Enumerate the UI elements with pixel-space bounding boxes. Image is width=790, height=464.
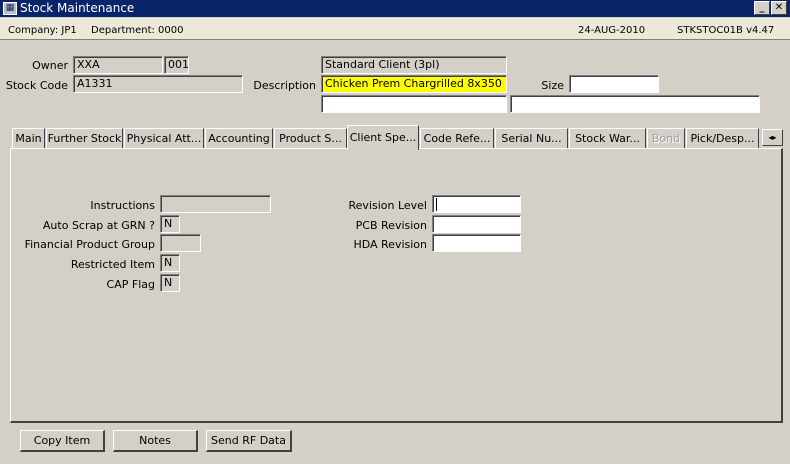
- owner-label: Owner: [32, 59, 68, 72]
- tab-code-references[interactable]: Code Refe...: [420, 128, 494, 149]
- instructions-label: Instructions: [90, 199, 155, 212]
- window-title: Stock Maintenance: [20, 1, 135, 15]
- tab-serial-numbers[interactable]: Serial Nu...: [495, 128, 568, 149]
- minimize-button[interactable]: _: [754, 1, 770, 15]
- owner-code-field[interactable]: 001: [164, 56, 189, 74]
- instructions-field[interactable]: [160, 195, 271, 213]
- tab-stock-warehouse[interactable]: Stock War...: [569, 128, 646, 149]
- pcb-revision-field[interactable]: [432, 215, 521, 233]
- hda-revision-label: HDA Revision: [353, 238, 427, 251]
- tab-bond: Bond: [647, 128, 685, 149]
- hda-revision-field[interactable]: [432, 234, 521, 252]
- tab-pick-despatch[interactable]: Pick/Desp...: [686, 128, 759, 149]
- client-name-field: Standard Client (3pl): [321, 56, 507, 74]
- tab-product-s[interactable]: Product S...: [274, 128, 347, 149]
- send-rf-data-button[interactable]: Send RF Data: [206, 430, 292, 452]
- tab-accounting[interactable]: Accounting: [205, 128, 273, 149]
- revision-level-field[interactable]: [432, 195, 521, 213]
- app-icon: ▦: [3, 2, 17, 15]
- stock-code-field[interactable]: A1331: [73, 75, 243, 93]
- tab-client-specific[interactable]: Client Spe...: [347, 125, 419, 150]
- financial-group-field[interactable]: [160, 234, 201, 252]
- auto-scrap-field[interactable]: N: [160, 215, 180, 233]
- pcb-revision-label: PCB Revision: [355, 219, 427, 232]
- copy-item-button[interactable]: Copy Item: [20, 430, 105, 452]
- description-label: Description: [253, 79, 316, 92]
- restricted-item-label: Restricted Item: [70, 258, 155, 271]
- department-label: Department: 0000: [91, 25, 184, 36]
- revision-level-label: Revision Level: [348, 199, 427, 212]
- auto-scrap-label: Auto Scrap at GRN ?: [42, 219, 155, 232]
- tab-scroll-arrows-icon[interactable]: ◂▸: [762, 129, 783, 146]
- owner-field[interactable]: XXA: [73, 56, 163, 74]
- close-button[interactable]: ✕: [771, 1, 787, 15]
- notes-button[interactable]: Notes: [113, 430, 198, 452]
- company-label: Company: JP1: [8, 25, 77, 36]
- size-label: Size: [541, 79, 564, 92]
- text-cursor: [436, 197, 437, 211]
- tab-further-stock[interactable]: Further Stock: [46, 128, 123, 149]
- extra-field-1[interactable]: [321, 95, 507, 113]
- title-bar: ▦ Stock Maintenance _ ✕: [0, 0, 790, 17]
- financial-group-label: Financial Product Group: [24, 238, 155, 251]
- date-label: 24-AUG-2010: [578, 25, 646, 36]
- description-field[interactable]: Chicken Prem Chargrilled 8x350: [321, 75, 507, 93]
- cap-flag-field[interactable]: N: [160, 274, 180, 292]
- stock-code-label: Stock Code: [5, 79, 68, 92]
- cap-flag-label: CAP Flag: [106, 278, 155, 291]
- tab-main[interactable]: Main: [12, 128, 45, 149]
- extra-field-2[interactable]: [510, 95, 760, 113]
- size-field[interactable]: [569, 75, 659, 93]
- restricted-item-field[interactable]: N: [160, 254, 180, 272]
- info-bar: Company: JP1 Department: 0000 24-AUG-201…: [0, 18, 790, 40]
- tab-physical-attributes[interactable]: Physical Att...: [124, 128, 204, 149]
- module-label: STKSTOC01B v4.47: [677, 25, 775, 36]
